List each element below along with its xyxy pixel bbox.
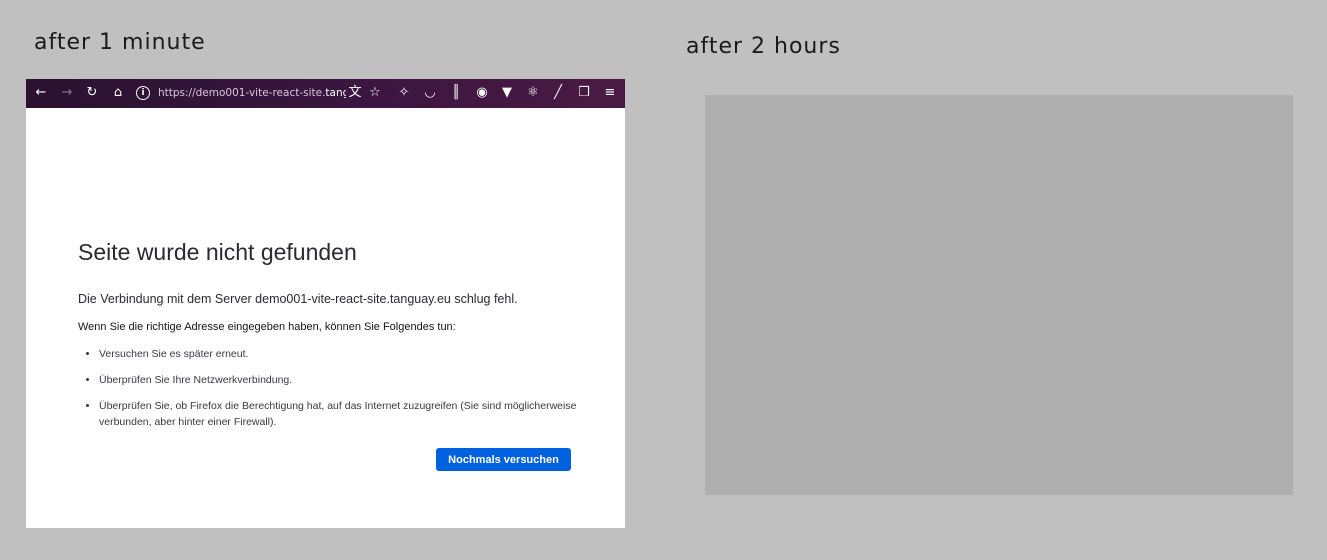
bookmark-star-icon[interactable]: ☆: [366, 84, 384, 102]
translate-icon[interactable]: 文: [346, 84, 364, 102]
vue-devtools-icon[interactable]: ▼: [498, 84, 516, 102]
list-item: Versuchen Sie es später erneut.: [99, 346, 578, 362]
arrow-right-icon[interactable]: →: [58, 84, 76, 102]
extensions-icon[interactable]: ❒: [575, 84, 593, 102]
pocket-icon[interactable]: ◡: [421, 84, 439, 102]
error-description: Die Verbindung mit dem Server demo001-vi…: [78, 292, 518, 306]
page-title: Seite wurde nicht gefunden: [78, 239, 357, 265]
url-bar[interactable]: i https://demo001-vite-react-site.tangua…: [136, 83, 346, 103]
browser-window: ← → ↻ ⌂ i https://demo001-vite-react-sit…: [26, 79, 625, 528]
caption-after-2-hours: after 2 hours: [686, 34, 841, 59]
arrow-left-icon[interactable]: ←: [32, 84, 50, 102]
account-icon[interactable]: ◉: [473, 84, 491, 102]
url-domain: tanguay.e: [325, 87, 346, 99]
error-subheading: Wenn Sie die richtige Adresse eingegeben…: [78, 321, 456, 333]
extension-puzzle-icon[interactable]: ✧: [395, 84, 413, 102]
browser-toolbar: ← → ↻ ⌂ i https://demo001-vite-react-sit…: [26, 79, 625, 108]
reload-icon[interactable]: ↻: [83, 84, 101, 102]
retry-button[interactable]: Nochmals versuchen: [436, 448, 571, 471]
list-item: Überprüfen Sie Ihre Netzwerkverbindung.: [99, 372, 578, 388]
url-text[interactable]: https://demo001-vite-react-site.tanguay.…: [158, 87, 346, 99]
list-item: Überprüfen Sie, ob Firefox die Berechtig…: [99, 398, 578, 430]
url-prefix: https://demo001-vite-react-site.: [158, 87, 326, 99]
color-picker-icon[interactable]: ╱: [549, 84, 567, 102]
suggestion-list: Versuchen Sie es später erneut. Überprüf…: [78, 346, 578, 430]
home-icon[interactable]: ⌂: [109, 84, 127, 102]
caption-after-1-minute: after 1 minute: [34, 30, 206, 55]
error-content: Seite wurde nicht gefunden Die Verbindun…: [78, 239, 578, 440]
info-icon[interactable]: i: [136, 86, 150, 100]
react-devtools-icon[interactable]: ⚛: [524, 84, 542, 102]
library-icon[interactable]: ║: [447, 84, 465, 102]
menu-icon[interactable]: ≡: [601, 84, 619, 102]
blank-placeholder-panel: [705, 95, 1293, 495]
